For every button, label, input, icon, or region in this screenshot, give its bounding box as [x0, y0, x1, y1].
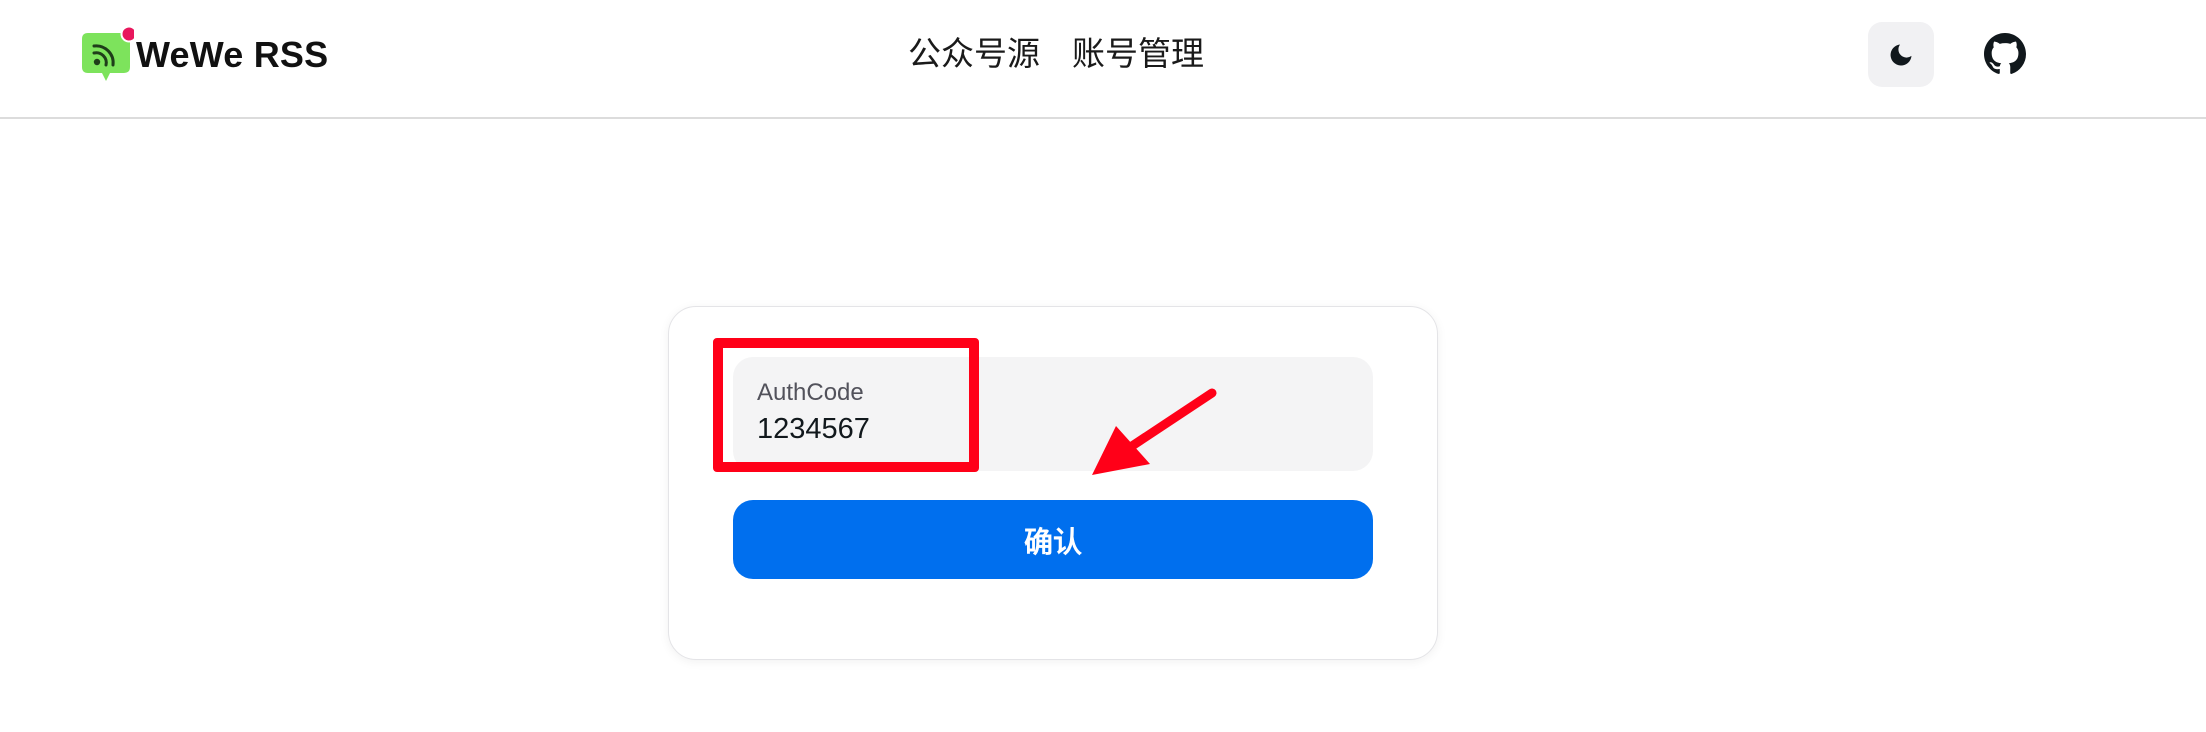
brand-name: WeWe RSS	[136, 34, 329, 75]
github-icon	[1984, 33, 2026, 74]
authcode-input[interactable]	[757, 413, 1157, 446]
authcode-field[interactable]: AuthCode	[733, 357, 1373, 471]
theme-toggle-button[interactable]	[1868, 22, 1934, 87]
main-nav: 公众号源 账号管理	[908, 32, 1204, 76]
moon-icon	[1890, 44, 1912, 65]
auth-card: AuthCode 确认	[668, 306, 1438, 660]
navbar: WeWe RSS 公众号源 账号管理	[0, 0, 2206, 119]
github-link[interactable]	[1984, 33, 2026, 75]
nav-link-accounts[interactable]: 账号管理	[1072, 32, 1204, 76]
rss-chat-logo-icon	[80, 25, 134, 85]
brand[interactable]: WeWe RSS	[80, 19, 328, 91]
confirm-button[interactable]: 确认	[733, 500, 1373, 579]
authcode-label: AuthCode	[757, 379, 864, 406]
nav-link-feeds[interactable]: 公众号源	[908, 32, 1040, 76]
